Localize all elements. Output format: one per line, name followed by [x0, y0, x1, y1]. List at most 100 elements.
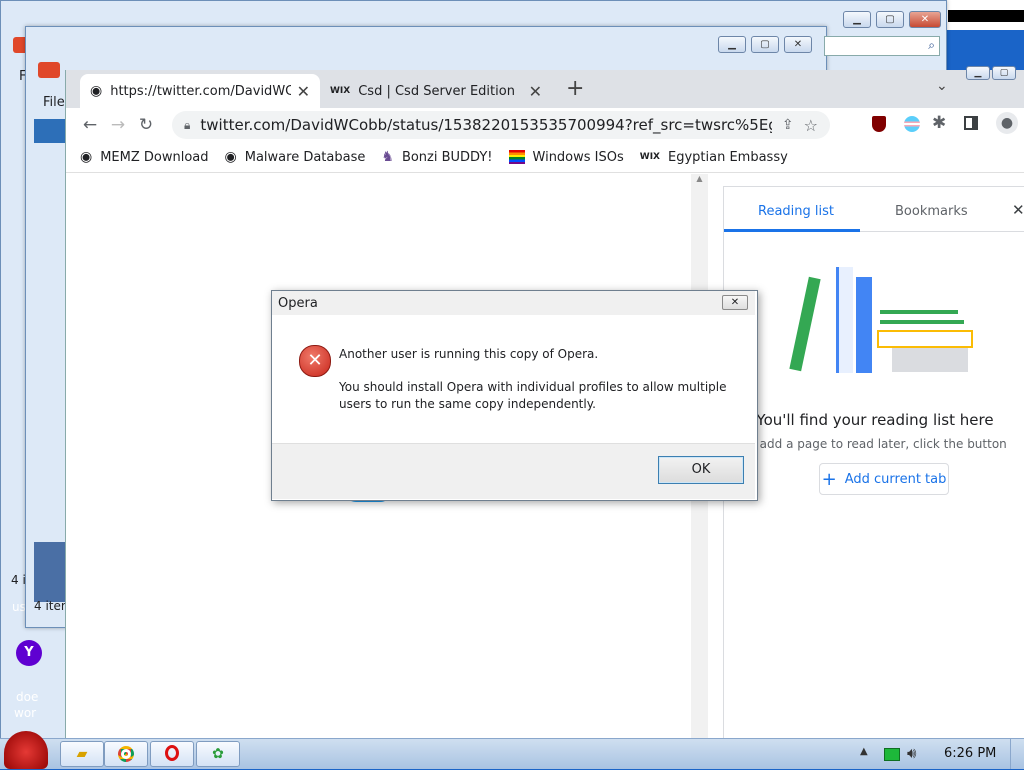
omnibox[interactable]: 🔒︎ twitter.com/DavidWCobb/status/1538220… — [172, 111, 830, 139]
rainbow-flag-icon — [508, 150, 525, 164]
empty-state-title: You'll find your reading list here — [756, 411, 994, 429]
taskbar-explorer-button[interactable]: ▰ — [60, 741, 104, 767]
plus-icon: + — [821, 468, 837, 490]
taskbar-chrome-button[interactable] — [104, 741, 148, 767]
opera-icon — [165, 745, 179, 761]
desktop-label-1: us — [12, 600, 26, 614]
lock-icon: 🔒︎ — [184, 117, 191, 132]
dialog-footer: OK — [272, 443, 755, 499]
status-items-count: 4 i — [11, 573, 26, 587]
tab-close-button[interactable]: ✕ — [529, 82, 542, 101]
tab-search-chevron-icon[interactable]: ⌄ — [936, 78, 948, 94]
tab-title: https://twitter.com/DavidWCobb — [110, 83, 291, 99]
show-hidden-icons-arrow-icon[interactable]: ▲ — [860, 746, 868, 757]
app-logo-icon — [38, 62, 60, 78]
close-button[interactable]: ✕ — [909, 11, 941, 28]
bookmark-bonzi[interactable]: ♞ Bonzi BUDDY! — [381, 149, 492, 165]
url-text[interactable]: twitter.com/DavidWCobb/status/1538220153… — [200, 116, 772, 134]
paper-line-icon — [880, 310, 958, 314]
bookmark-label: Bonzi BUDDY! — [401, 149, 493, 165]
share-icon[interactable]: ⇪ — [782, 117, 794, 133]
globe-icon: ◉ — [224, 149, 237, 165]
close-panel-button[interactable]: ✕ — [1012, 201, 1024, 219]
wix-icon: WIX — [639, 152, 660, 162]
dialog-body: ✕ Another user is running this copy of O… — [272, 315, 755, 443]
dialog-close-button[interactable]: ✕ — [722, 295, 748, 310]
taskbar-bonzi-button[interactable]: ✿ — [196, 741, 240, 767]
volume-icon[interactable]: 🔊︎ — [907, 744, 916, 762]
side-panel-icon[interactable] — [964, 116, 978, 130]
bookmark-memz[interactable]: ◉ MEMZ Download — [80, 149, 209, 165]
maximize-button[interactable]: ▢ — [751, 36, 779, 53]
bookmark-label: Egyptian Embassy — [668, 149, 788, 165]
network-icon[interactable] — [884, 748, 900, 761]
bookmark-label: Malware Database — [244, 149, 366, 165]
desktop-label-2: doe — [16, 690, 39, 704]
tab-twitter[interactable]: ◉ https://twitter.com/DavidWCobb ✕ — [80, 74, 320, 108]
chrome-toolbar: ← → ↻ 🔒︎ twitter.com/DavidWCobb/status/1… — [66, 108, 1024, 142]
close-button[interactable]: ✕ — [784, 36, 812, 53]
nav-pane-header — [34, 119, 66, 143]
bookmark-label: Windows ISOs — [532, 149, 624, 165]
start-button-angry-bird-icon[interactable] — [4, 731, 48, 769]
scroll-up-arrow-icon[interactable]: ▲ — [691, 174, 708, 183]
bookmark-label: MEMZ Download — [100, 149, 209, 165]
bookmarks-bar: ◉ MEMZ Download ◉ Malware Database ♞ Bonzi … — [66, 142, 1024, 173]
taskbar: ▰ ✿ ▲ 🔊︎ 6:26 PM — [0, 731, 1024, 769]
tab-reading-list[interactable]: Reading list — [758, 204, 834, 219]
globe-icon: ◉ — [90, 83, 103, 99]
back-icon[interactable]: ← — [76, 115, 104, 135]
clock[interactable]: 6:26 PM — [944, 746, 996, 761]
menu-file[interactable]: File — [43, 95, 65, 110]
book-green-icon — [789, 276, 821, 372]
add-current-tab-label: Add current tab — [844, 471, 947, 487]
paper-line-icon — [880, 320, 964, 324]
opera-error-dialog: Opera ✕ ✕ Another user is running this c… — [271, 290, 758, 501]
extensions-puzzle-icon[interactable]: ✱ — [932, 113, 946, 133]
yahoo-icon[interactable]: Y — [16, 640, 42, 666]
tab-title: Csd | Csd Server Edition — [358, 83, 515, 99]
folder-icon: ▰ — [76, 746, 88, 762]
add-current-tab-button[interactable]: + Add current tab — [819, 463, 949, 495]
empty-state-description: To add a page to read later, click the b… — [743, 437, 1007, 451]
bonzi-icon: ♞ — [381, 149, 394, 165]
globe-icon: ◉ — [80, 149, 93, 165]
bookmark-windows-isos[interactable]: Windows ISOs — [508, 149, 624, 165]
tab-strip: ◉ https://twitter.com/DavidWCobb ✕ WIX C… — [66, 66, 1024, 108]
active-tab-indicator — [724, 229, 860, 232]
tab-csd[interactable]: WIX Csd | Csd Server Edition ✕ — [320, 74, 552, 108]
forward-icon[interactable]: → — [104, 115, 132, 135]
search-icon: ⌕ — [928, 38, 935, 52]
show-desktop-button[interactable] — [1010, 739, 1024, 769]
window-maximize-button[interactable]: ▢ — [992, 66, 1016, 80]
dialog-title: Opera — [278, 296, 318, 311]
search-input[interactable]: ⌕ — [824, 36, 940, 56]
minimize-button[interactable]: ▁ — [843, 11, 871, 28]
bonzi-app-icon: ✿ — [212, 746, 224, 762]
dialog-titlebar: Opera ✕ — [272, 291, 755, 315]
bookmark-star-icon[interactable]: ☆ — [804, 116, 818, 135]
reading-list-panel: Reading list Bookmarks ✕ You'll find you… — [723, 186, 1024, 742]
bookmark-egyptian-embassy[interactable]: WIX Egyptian Embassy — [640, 150, 788, 165]
desktop-black-strip — [948, 10, 1024, 22]
minimize-button[interactable]: ▁ — [718, 36, 746, 53]
tab-close-button[interactable]: ✕ — [297, 82, 310, 101]
taskbar-opera-button[interactable] — [150, 741, 194, 767]
paper-yellow-icon — [877, 330, 973, 348]
tab-bookmarks[interactable]: Bookmarks — [895, 204, 968, 219]
error-icon: ✕ — [299, 345, 331, 377]
maximize-button[interactable]: ▢ — [876, 11, 904, 28]
book-blue-light-icon — [836, 267, 853, 373]
reload-icon[interactable]: ↻ — [132, 115, 160, 135]
book-blue-icon — [856, 277, 872, 373]
extension-flag-icon[interactable] — [904, 116, 920, 132]
new-tab-button[interactable]: + — [566, 76, 584, 101]
wix-icon: WIX — [330, 86, 351, 96]
dialog-message-secondary: You should install Opera with individual… — [339, 380, 727, 411]
profile-avatar-icon[interactable]: ● — [996, 112, 1018, 134]
bookmark-malware-database[interactable]: ◉ Malware Database — [225, 149, 366, 165]
ublock-icon[interactable] — [872, 116, 886, 132]
ok-button[interactable]: OK — [658, 456, 744, 484]
window-minimize-button[interactable]: ▁ — [966, 66, 990, 80]
chrome-icon — [118, 746, 134, 762]
